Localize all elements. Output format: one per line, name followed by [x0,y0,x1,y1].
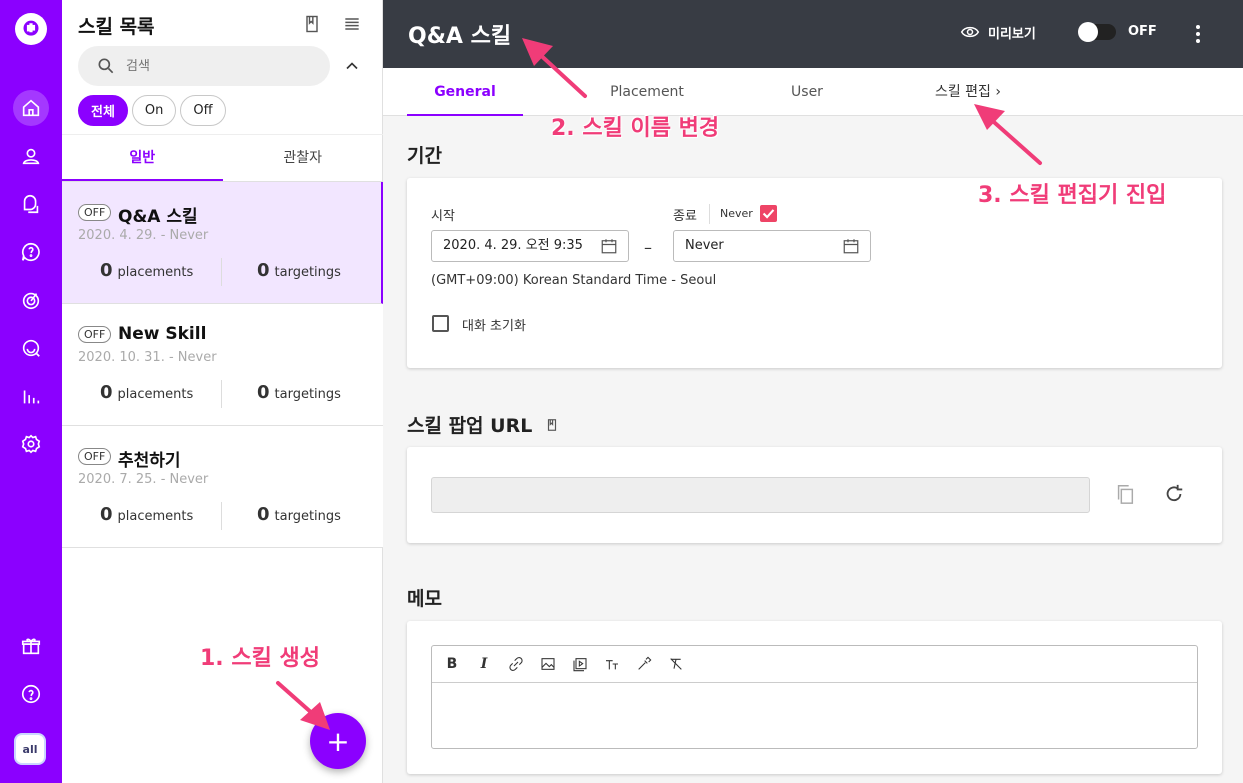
preview-button[interactable]: 미리보기 [960,22,1036,42]
eye-icon [960,26,980,38]
tab-skill-editor[interactable]: 스킬 편집 › [923,68,1013,116]
end-date-field[interactable]: Never [673,230,871,262]
menu-list-icon[interactable] [342,14,362,34]
start-date-field[interactable]: 2020. 4. 29. 오전 9:35 [431,230,629,262]
filter-off[interactable]: Off [180,95,226,126]
tab-placement[interactable]: Placement [588,68,706,116]
skill-date: 2020. 10. 31. - Never [78,350,217,365]
placements-stat: 0 placements [100,504,194,525]
status-badge: OFF [78,204,112,221]
list-tabs: 일반 관찰자 [62,134,383,182]
image-icon[interactable] [538,654,558,674]
bold-icon[interactable]: B [442,654,462,674]
toggle-label: OFF [1128,24,1157,39]
skill-card[interactable]: OFF New Skill 2020. 10. 31. - Never 0 pla… [62,304,383,426]
chat-icon[interactable] [13,186,49,222]
timezone-text: (GMT+09:00) Korean Standard Time - Seoul [431,273,717,288]
annotation-editor: 3. 스킬 편집기 진입 [978,183,1167,208]
avatar[interactable]: all [14,733,46,765]
book-icon[interactable] [545,418,559,432]
gift-icon[interactable] [13,628,49,664]
target-icon[interactable] [13,282,49,318]
active-toggle[interactable] [1078,22,1116,42]
targetings-stat: 0 targetings [257,260,341,281]
status-badge: OFF [78,448,112,465]
help-bubble-icon[interactable] [13,234,49,270]
chevron-right-icon: › [995,84,1002,100]
link-icon[interactable] [506,654,526,674]
placements-stat: 0 placements [100,382,194,403]
skill-card[interactable]: OFF Q&A 스킬 2020. 4. 29. - Never 0 placeme… [62,182,383,304]
skill-title[interactable]: Q&A 스킬 [408,18,511,50]
tab-general[interactable]: General [407,68,523,116]
filter-chips: 전체 On Off [78,95,226,126]
targetings-stat: 0 targetings [257,504,341,525]
skill-name: New Skill [118,324,207,344]
top-bar: Q&A 스킬 미리보기 OFF [383,0,1243,68]
color-picker-icon[interactable] [634,654,654,674]
more-vert-icon[interactable] [1191,22,1205,46]
filter-all[interactable]: 전체 [78,95,128,126]
popup-url-input[interactable] [431,477,1090,513]
popup-url-title: 스킬 팝업 URL [407,411,559,438]
skill-date: 2020. 4. 29. - Never [78,228,209,243]
skill-list-title: 스킬 목록 [78,16,155,38]
calendar-icon [601,239,617,254]
calendar-icon [843,239,859,254]
end-label: 종료 [673,209,697,224]
skill-card[interactable]: OFF 추천하기 2020. 7. 25. - Never 0 placement… [62,426,383,548]
reset-conversation-checkbox[interactable] [432,315,449,332]
popup-url-panel [407,447,1222,543]
tab-observer[interactable]: 관찰자 [223,135,384,181]
add-skill-button[interactable]: + [310,713,366,769]
never-checkbox[interactable] [760,205,777,222]
tab-user[interactable]: User [768,68,846,116]
help-icon[interactable] [13,676,49,712]
gear-icon[interactable] [13,426,49,462]
memo-title: 메모 [407,588,442,610]
home-icon[interactable] [13,90,49,126]
video-icon[interactable] [570,654,590,674]
main-tabs: General Placement User 스킬 편집 › [383,68,1243,116]
logo-icon[interactable] [15,13,47,45]
italic-icon[interactable]: I [474,654,494,674]
placements-stat: 0 placements [100,260,194,281]
book-icon[interactable] [302,14,322,34]
nav-rail: all [0,0,62,783]
tab-general[interactable]: 일반 [62,135,223,181]
targetings-stat: 0 targetings [257,382,341,403]
skill-date: 2020. 7. 25. - Never [78,472,209,487]
bar-chart-icon[interactable] [13,378,49,414]
period-title: 기간 [407,145,442,167]
never-label: Never [720,207,753,220]
search-input[interactable] [126,58,306,74]
clear-format-icon[interactable] [666,654,686,674]
memo-panel: B I [407,621,1222,774]
user-icon[interactable] [13,138,49,174]
memo-editor[interactable]: B I [431,645,1198,749]
refresh-icon[interactable] [1163,483,1185,505]
chevron-up-icon[interactable] [342,56,362,76]
date-range-dash: – [644,238,652,257]
reset-conversation-label: 대화 초기화 [462,319,526,334]
copy-icon[interactable] [1114,483,1136,505]
text-size-icon[interactable] [602,654,622,674]
search-chat-icon[interactable] [13,330,49,366]
status-badge: OFF [78,326,112,343]
search-box[interactable] [78,46,330,86]
start-label: 시작 [431,209,455,224]
skill-name: Q&A 스킬 [118,207,198,227]
filter-on[interactable]: On [131,95,177,126]
editor-toolbar: B I [432,646,1197,683]
skill-name: 추천하기 [118,451,181,471]
annotation-rename: 2. 스킬 이름 변경 [551,116,720,141]
annotation-create: 1. 스킬 생성 [200,646,320,671]
search-icon [98,58,114,74]
